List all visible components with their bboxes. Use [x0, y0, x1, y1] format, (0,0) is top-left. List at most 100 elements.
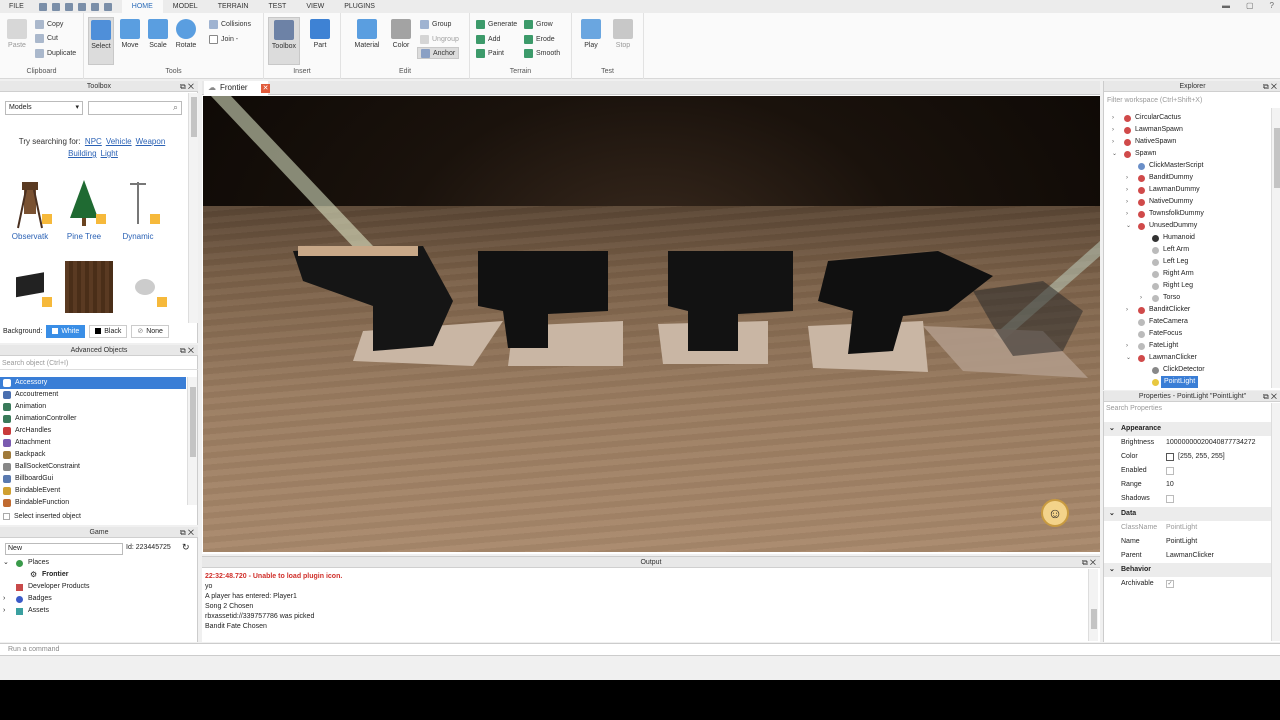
undo-icon[interactable]	[51, 2, 60, 11]
grow-button[interactable]: Grow	[524, 18, 553, 30]
tab-view[interactable]: VIEW	[296, 0, 334, 13]
prop-brightness[interactable]: Brightness 10000000020040877734272	[1104, 436, 1274, 450]
select-button[interactable]: Select	[88, 17, 114, 65]
scroll-thumb[interactable]	[1274, 128, 1280, 188]
suggestion-npc[interactable]: NPC	[85, 137, 102, 146]
list-item[interactable]: AnimationController	[0, 413, 186, 425]
toolbox-item[interactable]: Observatk	[3, 178, 57, 241]
game-name-input[interactable]: New	[5, 543, 123, 555]
suggestion-light[interactable]: Light	[101, 149, 118, 158]
smooth-button[interactable]: Smooth	[524, 47, 560, 59]
scroll-thumb[interactable]	[190, 387, 196, 457]
prop-range[interactable]: Range 10	[1104, 478, 1274, 492]
add-terrain-button[interactable]: Add	[476, 33, 500, 45]
prop-enabled[interactable]: Enabled	[1104, 464, 1274, 478]
shadows-checkbox[interactable]	[1166, 495, 1174, 503]
property-search-input[interactable]: Search Properties	[1106, 405, 1162, 412]
scroll-thumb[interactable]	[191, 97, 197, 137]
explorer-item[interactable]: › BanditClicker	[1104, 304, 1272, 316]
expand-arrow-icon[interactable]: ›	[1126, 184, 1128, 196]
toolbox-item[interactable]	[118, 261, 172, 315]
group-button[interactable]: Group	[420, 18, 451, 30]
close-icon[interactable]: ⧉ ✕	[180, 345, 194, 356]
copy-button[interactable]: Copy	[35, 18, 63, 30]
collapse-arrow-icon[interactable]: ⌄	[1112, 148, 1117, 160]
explorer-item[interactable]: › BanditDummy	[1104, 172, 1272, 184]
explorer-item[interactable]: › LawmanDummy	[1104, 184, 1272, 196]
refresh-icon[interactable]: ↻	[182, 542, 190, 553]
collapse-arrow-icon[interactable]: ⌄	[1126, 220, 1131, 232]
toolbox-button[interactable]: Toolbox	[268, 17, 300, 65]
prop-color[interactable]: Color [255, 255, 255]	[1104, 450, 1274, 464]
redo-icon[interactable]	[64, 2, 73, 11]
expand-arrow-icon[interactable]: ›	[1126, 340, 1128, 352]
explorer-item[interactable]: Left Arm	[1104, 244, 1272, 256]
help-icon[interactable]: ?	[1270, 1, 1274, 10]
category-select[interactable]: Models ▾	[5, 101, 83, 115]
color-swatch-icon[interactable]	[1166, 453, 1174, 461]
explorer-item[interactable]: PointLight	[1104, 376, 1272, 388]
prop-name[interactable]: Name PointLight	[1104, 535, 1274, 549]
prop-value[interactable]: 10	[1166, 478, 1174, 492]
scale-button[interactable]: Scale	[145, 17, 171, 49]
object-list-scrollbar[interactable]	[187, 377, 197, 505]
list-item[interactable]: Attachment	[0, 437, 186, 449]
list-item[interactable]: BallSocketConstraint	[0, 461, 186, 473]
scroll-thumb[interactable]	[1091, 609, 1097, 629]
command-bar-input[interactable]: Run a command	[0, 643, 1280, 656]
section-appearance[interactable]: ⌄ Appearance	[1104, 422, 1274, 436]
explorer-item[interactable]: › Torso	[1104, 292, 1272, 304]
suggestion-building[interactable]: Building	[68, 149, 96, 158]
paint-button[interactable]: Paint	[476, 47, 504, 59]
toolbox-item[interactable]: Pine Tree	[57, 178, 111, 241]
select-inserted-checkbox[interactable]	[3, 513, 10, 520]
cut-button[interactable]: Cut	[35, 32, 58, 44]
expand-arrow-icon[interactable]: ›	[1140, 292, 1142, 304]
close-icon[interactable]: ⧉ ✕	[1263, 391, 1277, 402]
select-inserted-option[interactable]: Select inserted object	[3, 513, 81, 520]
expand-arrow-icon[interactable]: ›	[1126, 208, 1128, 220]
play-button[interactable]: Play	[578, 17, 604, 49]
badges-node[interactable]: › Badges	[0, 593, 190, 605]
explorer-item[interactable]: ClickMasterScript	[1104, 160, 1272, 172]
anchor-toggle[interactable]: Anchor	[417, 47, 460, 59]
archivable-checkbox[interactable]: ✓	[1166, 580, 1174, 588]
explorer-item[interactable]: Right Leg	[1104, 280, 1272, 292]
tab-terrain[interactable]: TERRAIN	[208, 0, 259, 13]
places-node[interactable]: ⌄ Places	[0, 557, 190, 569]
explorer-item[interactable]: › FateLight	[1104, 340, 1272, 352]
suggestion-vehicle[interactable]: Vehicle	[106, 137, 132, 146]
expand-arrow-icon[interactable]: ›	[1126, 172, 1128, 184]
tab-plugins[interactable]: PLUGINS	[334, 0, 385, 13]
rotate-button[interactable]: Rotate	[173, 17, 199, 49]
list-item[interactable]: BillboardGui	[0, 473, 186, 485]
explorer-item[interactable]: › TownsfolkDummy	[1104, 208, 1272, 220]
section-data[interactable]: ⌄ Data	[1104, 507, 1274, 521]
toolbox-item[interactable]: Dynamic	[111, 178, 165, 241]
tab-model[interactable]: MODEL	[163, 0, 208, 13]
expand-arrow-icon[interactable]: ›	[1112, 136, 1114, 148]
expand-arrow-icon[interactable]: ›	[1112, 112, 1114, 124]
explorer-item[interactable]: › NativeDummy	[1104, 196, 1272, 208]
place-node[interactable]: ⚙ Frontier	[0, 569, 190, 581]
expand-arrow-icon[interactable]: ›	[1126, 196, 1128, 208]
toolbox-scrollbar[interactable]	[188, 93, 198, 323]
duplicate-button[interactable]: Duplicate	[35, 47, 76, 59]
devproducts-node[interactable]: Developer Products	[0, 581, 190, 593]
publish-icon[interactable]	[77, 2, 86, 11]
material-button[interactable]: Material	[351, 17, 383, 49]
list-item[interactable]: Accessory	[0, 377, 186, 389]
join-button[interactable]: Join -	[209, 33, 238, 45]
expand-arrow-icon[interactable]: ›	[1126, 304, 1128, 316]
close-icon[interactable]: ⧉ ✕	[1082, 557, 1096, 568]
section-behavior[interactable]: ⌄ Behavior	[1104, 563, 1274, 577]
3d-scene[interactable]: ☺	[203, 96, 1100, 552]
collisions-toggle[interactable]: Collisions	[209, 18, 251, 30]
prop-value[interactable]: [255, 255, 255]	[1178, 450, 1225, 464]
explorer-item[interactable]: FateCamera	[1104, 316, 1272, 328]
bg-none-button[interactable]: ⊘ None	[131, 324, 169, 338]
move-button[interactable]: Move	[117, 17, 143, 49]
close-icon[interactable]: ⧉ ✕	[180, 81, 194, 92]
new-icon[interactable]	[38, 2, 47, 11]
generate-button[interactable]: Generate	[476, 18, 517, 30]
